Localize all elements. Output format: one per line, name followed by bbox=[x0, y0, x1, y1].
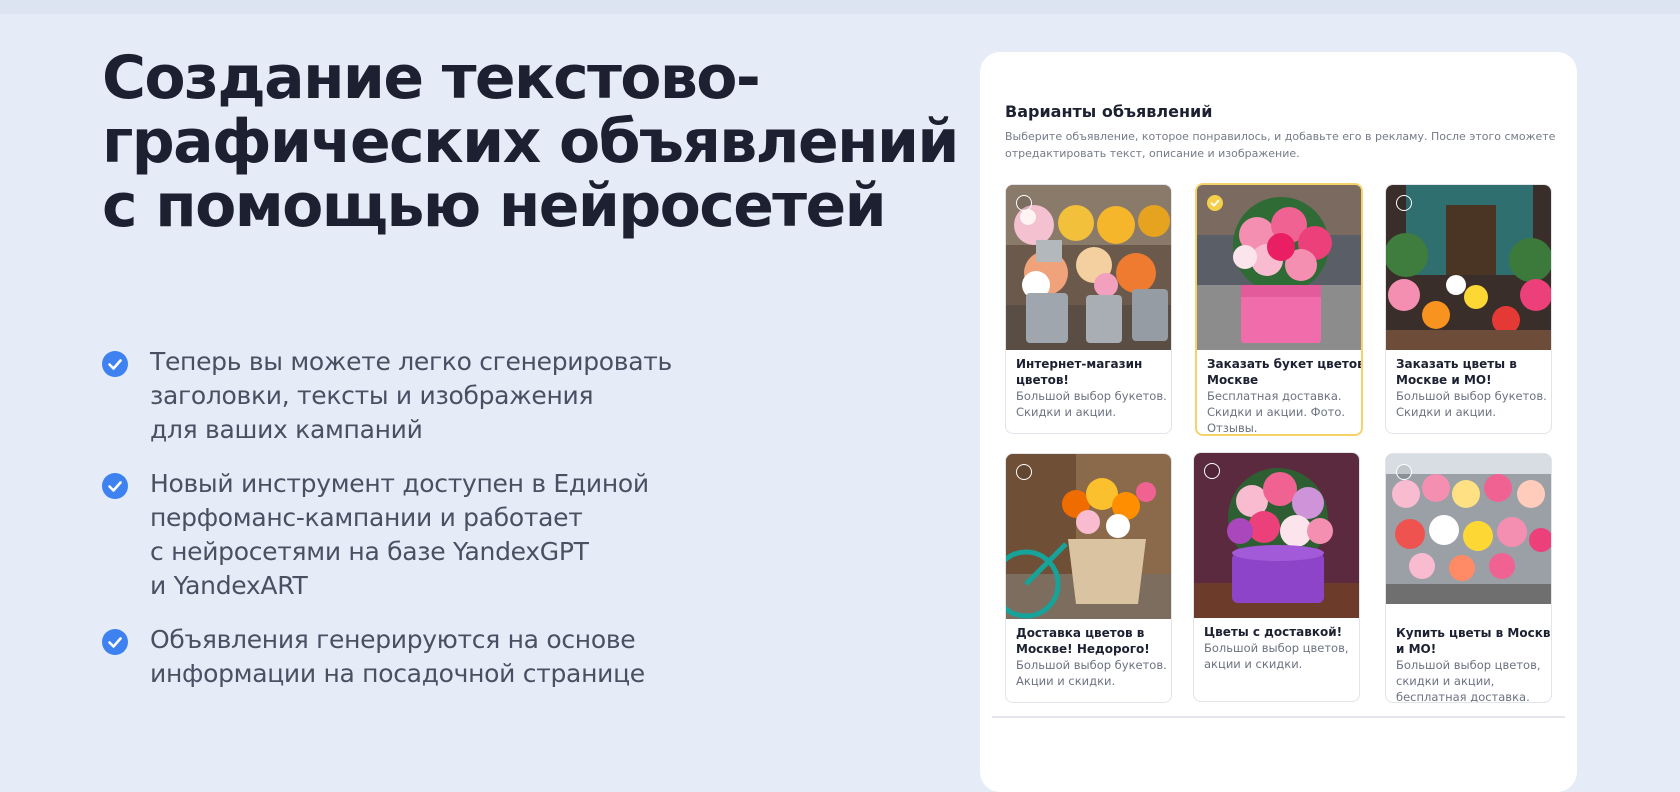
ad-headline-line: цветов! bbox=[1016, 373, 1069, 387]
ad-headline-line: Купить цветы в Москве bbox=[1396, 626, 1552, 640]
ad-text-line: Большой выбор букетов. bbox=[1016, 389, 1167, 403]
purple-hatbox-bouquet-image bbox=[1194, 453, 1359, 618]
ad-headline-line: Москве! Недорого! bbox=[1016, 642, 1150, 656]
ad-text-line: Большой выбор букетов. bbox=[1396, 389, 1547, 403]
flower-shop-interior-image bbox=[1386, 185, 1551, 350]
ad-text-line: Скидки и акции. Фото. bbox=[1207, 405, 1346, 419]
top-strip bbox=[0, 0, 1680, 14]
panel-description-line: отредактировать текст, описание и изобра… bbox=[1005, 147, 1300, 160]
title-line-2: графических объявлений bbox=[102, 107, 959, 177]
ad-headline: Доставка цветов в Москве! Недорого! bbox=[1016, 625, 1161, 657]
feature-text-line: для ваших кампаний bbox=[150, 415, 423, 444]
ad-headline-line: Заказать букет цветов в bbox=[1207, 357, 1363, 371]
ad-headline-line: Интернет-магазин bbox=[1016, 357, 1143, 371]
panel-divider bbox=[992, 716, 1565, 718]
ad-headline-line: Заказать цветы в bbox=[1396, 357, 1517, 371]
feature-text-line: Объявления генерируются на основе bbox=[150, 625, 636, 654]
ad-select-radio[interactable] bbox=[1016, 195, 1032, 211]
ad-variants-panel: Варианты объявлений Выберите объявление,… bbox=[980, 52, 1577, 792]
panel-description-line: Выберите объявление, которое понравилось… bbox=[1005, 130, 1556, 143]
feature-text-line: с нейросетями на базе YandexGPT bbox=[150, 537, 589, 566]
title-line-1: Создание текстово- bbox=[102, 43, 761, 113]
ad-select-radio[interactable] bbox=[1396, 464, 1412, 480]
check-circle-icon bbox=[102, 629, 128, 655]
ad-text-line: скидки и акции, bbox=[1396, 674, 1495, 688]
ad-text-line: Отзывы. bbox=[1207, 421, 1258, 435]
feature-item: Новый инструмент доступен в Единой перфо… bbox=[102, 467, 722, 603]
ad-variant-card[interactable]: Заказать цветы в Москве и МО! Большой вы… bbox=[1385, 184, 1552, 434]
ad-variant-card[interactable]: Цветы с доставкой! Большой выбор цветов,… bbox=[1193, 452, 1360, 702]
ad-text-line: Бесплатная доставка. bbox=[1207, 389, 1342, 403]
ad-select-radio-checked[interactable] bbox=[1207, 195, 1223, 211]
ad-select-radio[interactable] bbox=[1204, 463, 1220, 479]
ad-variant-card[interactable]: Купить цветы в Москве и МО! Большой выбо… bbox=[1385, 453, 1552, 703]
ad-text-line: акции и скидки. bbox=[1204, 657, 1303, 671]
ad-headline: Цветы с доставкой! bbox=[1204, 624, 1349, 640]
ad-select-radio[interactable] bbox=[1396, 195, 1412, 211]
bicycle-flower-bag-image bbox=[1006, 454, 1171, 619]
feature-item: Теперь вы можете легко сгенерировать заг… bbox=[102, 345, 722, 447]
ad-text-line: Скидки и акции. bbox=[1396, 405, 1497, 419]
ad-text: Большой выбор букетов. Скидки и акции. bbox=[1396, 388, 1547, 420]
page-title: Создание текстово- графических объявлени… bbox=[102, 43, 959, 241]
ad-variant-card-selected[interactable]: Заказать букет цветов в Москве Бесплатна… bbox=[1195, 183, 1363, 436]
ad-select-radio[interactable] bbox=[1016, 464, 1032, 480]
ad-text-line: Большой выбор букетов. bbox=[1016, 658, 1167, 672]
feature-text-line: и YandexART bbox=[150, 571, 308, 600]
panel-description: Выберите объявление, которое понравилось… bbox=[1005, 128, 1556, 162]
ad-text: Бесплатная доставка. Скидки и акции. Фот… bbox=[1207, 388, 1351, 435]
feature-text-line: Теперь вы можете легко сгенерировать bbox=[150, 347, 672, 376]
flower-buckets-street-image bbox=[1006, 185, 1171, 350]
ad-text: Большой выбор цветов, скидки и акции, бе… bbox=[1396, 657, 1541, 703]
ad-text-line: бесплатная доставка. bbox=[1396, 690, 1530, 703]
pink-bouquet-box-image bbox=[1197, 185, 1361, 350]
ad-headline: Интернет-магазин цветов! bbox=[1016, 356, 1161, 388]
panel-title: Варианты объявлений bbox=[1005, 102, 1213, 121]
feature-list: Теперь вы можете легко сгенерировать заг… bbox=[102, 345, 722, 711]
feature-text-line: информации на посадочной странице bbox=[150, 659, 645, 688]
ad-text-line: Большой выбор цветов, bbox=[1396, 658, 1541, 672]
feature-item: Объявления генерируются на основе информ… bbox=[102, 623, 722, 691]
ad-headline-line: и МО! bbox=[1396, 642, 1437, 656]
ad-headline-line: Москве bbox=[1207, 373, 1259, 387]
feature-text-line: Новый инструмент доступен в Единой bbox=[150, 469, 649, 498]
feature-text-line: перфоманс-кампании и работает bbox=[150, 503, 583, 532]
flower-market-rows-image bbox=[1386, 454, 1551, 619]
ad-headline-line: Москве и МО! bbox=[1396, 373, 1492, 387]
check-circle-icon bbox=[102, 351, 128, 377]
ad-headline: Купить цветы в Москве и МО! bbox=[1396, 625, 1552, 657]
ad-variant-card[interactable]: Доставка цветов в Москве! Недорого! Боль… bbox=[1005, 453, 1172, 703]
ad-headline-line: Цветы с доставкой! bbox=[1204, 625, 1343, 639]
ad-text: Большой выбор цветов, акции и скидки. bbox=[1204, 640, 1349, 672]
ad-text-line: Большой выбор цветов, bbox=[1204, 641, 1349, 655]
check-circle-icon bbox=[102, 473, 128, 499]
ad-headline: Заказать букет цветов в Москве bbox=[1207, 356, 1363, 388]
ad-text-line: Скидки и акции. bbox=[1016, 405, 1117, 419]
ad-headline-line: Доставка цветов в bbox=[1016, 626, 1145, 640]
ad-text: Большой выбор букетов. Акции и скидки. bbox=[1016, 657, 1167, 689]
ad-headline: Заказать цветы в Москве и МО! bbox=[1396, 356, 1541, 388]
ad-text-line: Акции и скидки. bbox=[1016, 674, 1116, 688]
title-line-3: с помощью нейросетей bbox=[102, 171, 887, 241]
feature-text-line: заголовки, тексты и изображения bbox=[150, 381, 594, 410]
ad-variant-card[interactable]: Интернет-магазин цветов! Большой выбор б… bbox=[1005, 184, 1172, 434]
ad-text: Большой выбор букетов. Скидки и акции. bbox=[1016, 388, 1167, 420]
